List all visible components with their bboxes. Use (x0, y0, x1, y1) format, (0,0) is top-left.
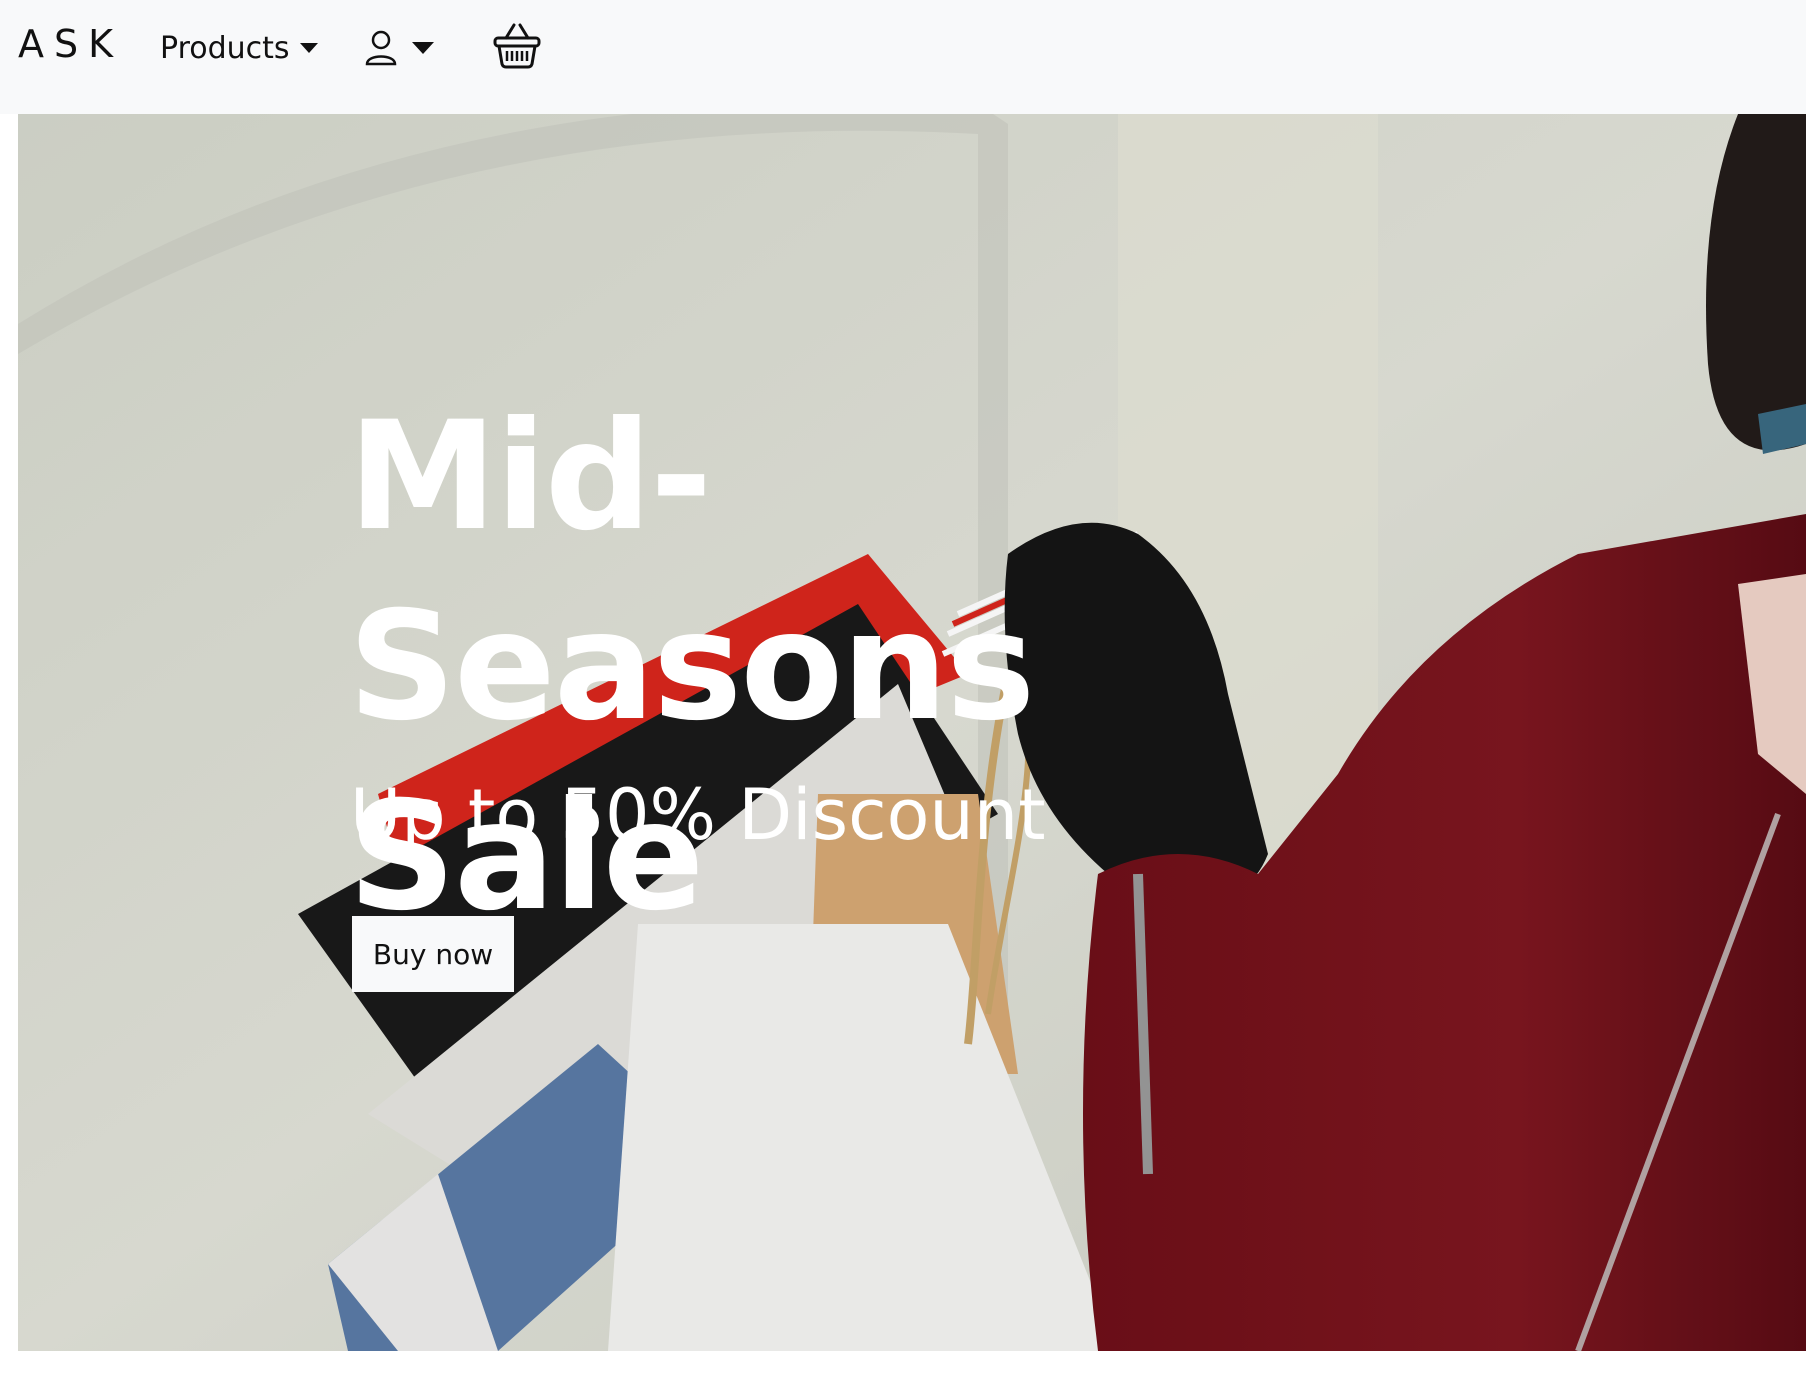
chevron-down-icon (299, 43, 318, 53)
chevron-down-icon (412, 42, 434, 54)
user-icon (365, 30, 397, 66)
basket-button[interactable] (492, 20, 542, 70)
user-dropdown[interactable] (364, 26, 434, 70)
navbar: ASK Products (0, 0, 1806, 114)
hero-title: Mid-Seasons Sale (348, 390, 1035, 944)
products-dropdown-label: Products (160, 30, 290, 66)
hero-subtitle: Up to 50% Discount (350, 774, 1046, 856)
products-dropdown[interactable]: Products (160, 26, 318, 70)
buy-now-button[interactable]: Buy now (352, 916, 514, 992)
hero-banner: Mid-Seasons Sale Up to 50% Discount Buy … (18, 114, 1806, 1351)
basket-icon (493, 23, 541, 69)
brand-logo[interactable]: ASK (18, 22, 123, 66)
